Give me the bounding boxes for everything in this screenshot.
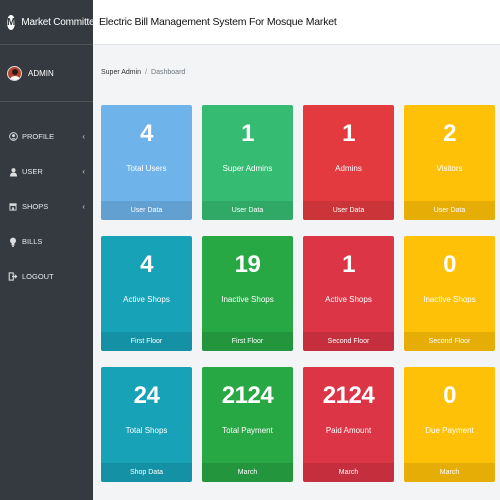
top-header: Electric Bill Management System For Mosq… [93, 0, 500, 45]
stat-value: 1 [342, 251, 355, 278]
sidebar-item-label: SHOPS [22, 202, 49, 211]
stat-label: Admins [335, 164, 362, 173]
stat-value: 24 [133, 382, 160, 409]
stat-label: Visitors [436, 164, 463, 173]
stat-label: Total Payment [222, 426, 273, 435]
stat-footer-link[interactable]: Shop Data [101, 463, 192, 482]
stat-card-second-floor-active-shops: 1 Active Shops Second Floor [303, 236, 394, 351]
brand[interactable]: M Market Committee [0, 0, 100, 45]
logout-icon [8, 272, 18, 282]
sidebar-item-bills[interactable]: BILLS [0, 224, 93, 259]
stat-value: 1 [241, 120, 254, 147]
stat-value: 2124 [221, 382, 274, 409]
stat-footer-link[interactable]: Second Floor [303, 332, 394, 351]
sidebar-item-user[interactable]: USER ‹ [0, 154, 93, 189]
chevron-left-icon: ‹ [82, 132, 85, 141]
stat-label: Paid Amount [325, 426, 372, 435]
brand-logo-icon: M [7, 14, 16, 30]
sidebar-nav: PROFILE ‹ USER ‹ SHOPS ‹ BILLS LOGOUT [0, 119, 93, 294]
stat-label: Active Shops [325, 295, 372, 304]
sidebar-item-label: USER [22, 167, 43, 176]
stat-footer-link[interactable]: March [202, 463, 293, 482]
user-panel[interactable]: ADMIN [0, 45, 93, 102]
user-circle-icon [8, 132, 18, 142]
stat-label: Total Shops [125, 426, 168, 435]
stat-value: 2124 [322, 382, 375, 409]
stat-footer-link[interactable]: First Floor [101, 332, 192, 351]
stat-card-second-floor-inactive-shops: 0 Inactive Shops Second Floor [404, 236, 495, 351]
stat-card-admins: 1 Admins User Data [303, 105, 394, 220]
user-icon [8, 167, 18, 177]
stat-value: 2 [443, 120, 456, 147]
store-icon [8, 202, 18, 212]
stat-footer-link[interactable]: Second Floor [404, 332, 495, 351]
stat-footer-link[interactable]: User Data [404, 201, 495, 220]
brand-name: Market Committee [21, 16, 100, 28]
sidebar-item-label: BILLS [22, 237, 43, 246]
stat-card-total-shops: 24 Total Shops Shop Data [101, 367, 192, 482]
lightbulb-icon [8, 237, 18, 247]
stat-card-first-floor-inactive-shops: 19 Inactive Shops First Floor [202, 236, 293, 351]
page-title: Electric Bill Management System For Mosq… [99, 16, 337, 28]
stat-card-total-payment: 2124 Total Payment March [202, 367, 293, 482]
avatar [7, 65, 22, 81]
stat-card-visitors: 2 Visitors User Data [404, 105, 495, 220]
stat-value: 19 [234, 251, 261, 278]
stat-label: Active Shops [123, 295, 170, 304]
stat-card-first-floor-active-shops: 4 Active Shops First Floor [101, 236, 192, 351]
stat-footer-link[interactable]: User Data [202, 201, 293, 220]
stat-footer-link[interactable]: March [404, 463, 495, 482]
stat-label: Total Users [126, 164, 167, 173]
chevron-left-icon: ‹ [82, 167, 85, 176]
stat-value: 4 [140, 251, 153, 278]
stat-footer-link[interactable]: First Floor [202, 332, 293, 351]
stat-label: Super Admins [222, 164, 273, 173]
sidebar-item-logout[interactable]: LOGOUT [0, 259, 93, 294]
stat-value: 1 [342, 120, 355, 147]
stat-card-super-admins: 1 Super Admins User Data [202, 105, 293, 220]
sidebar-item-shops[interactable]: SHOPS ‹ [0, 189, 93, 224]
stat-label: Due Payment [425, 426, 474, 435]
stat-footer-link[interactable]: User Data [101, 201, 192, 220]
stat-value: 0 [443, 251, 456, 278]
stat-footer-link[interactable]: User Data [303, 201, 394, 220]
breadcrumb-separator: / [145, 69, 148, 76]
sidebar-item-label: LOGOUT [22, 272, 54, 281]
stat-card-total-users: 4 Total Users User Data [101, 105, 192, 220]
breadcrumb-current: Dashboard [151, 69, 186, 76]
sidebar-item-label: PROFILE [22, 132, 55, 141]
breadcrumb: Super Admin / Dashboard [101, 69, 185, 76]
sidebar: M Market Committee ADMIN PROFILE ‹ USER … [0, 0, 100, 500]
stat-footer-link[interactable]: March [303, 463, 394, 482]
stat-card-due-payment: 0 Due Payment March [404, 367, 495, 482]
sidebar-item-profile[interactable]: PROFILE ‹ [0, 119, 93, 154]
stat-label: Inactive Shops [423, 295, 476, 304]
breadcrumb-home-link[interactable]: Super Admin [101, 69, 141, 76]
stat-card-paid-amount: 2124 Paid Amount March [303, 367, 394, 482]
stat-label: Inactive Shops [221, 295, 274, 304]
stat-value: 4 [140, 120, 153, 147]
chevron-left-icon: ‹ [82, 202, 85, 211]
stat-value: 0 [443, 382, 456, 409]
user-name: ADMIN [28, 68, 54, 78]
